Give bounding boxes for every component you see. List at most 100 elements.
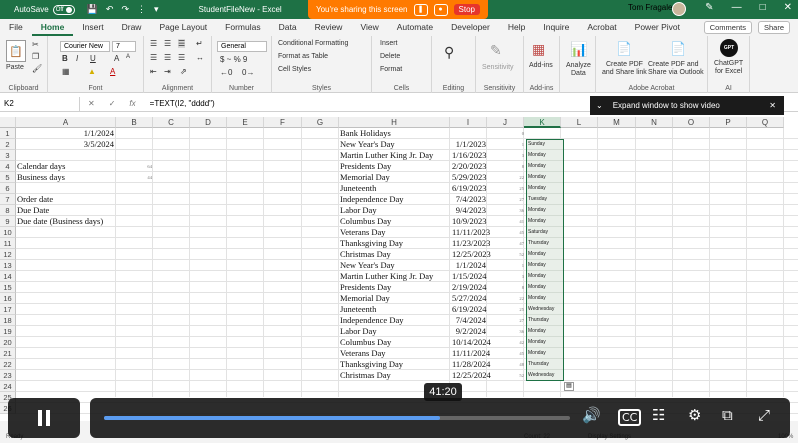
cut-icon[interactable]: ✂ [32,40,39,49]
font-size-field[interactable]: 7 [112,41,136,52]
cell-k13[interactable]: Monday [527,260,564,271]
cell-j13[interactable]: 1 [489,260,524,271]
cell-k15[interactable]: Monday [527,282,564,293]
cell-k11[interactable]: Thursday [527,238,564,249]
create-pdf-outlook-line2[interactable]: Share via Outlook [648,69,704,76]
comments-button[interactable]: Comments [703,21,752,34]
font-name-field[interactable]: Courier New [60,41,110,52]
cell-k5[interactable]: Monday [527,172,564,183]
autosave[interactable]: AutoSave Off [14,4,75,15]
tab-home[interactable]: Home [31,19,74,36]
row-header-7[interactable]: 7 [0,194,16,205]
create-pdf-share-line1[interactable]: Create PDF [606,61,643,68]
save-icon[interactable]: 💾 [87,4,98,15]
row-header-4[interactable]: 4 [0,161,16,172]
row-header-1[interactable]: 1 [0,128,16,139]
column-header-p[interactable]: P [710,117,747,128]
cell-k12[interactable]: Monday [527,249,564,260]
cell-styles-button[interactable]: Cell Styles [278,66,311,73]
increase-decimal-icon[interactable]: ←0 [220,68,232,77]
pause-button[interactable] [8,398,80,438]
row-header-17[interactable]: 17 [0,304,16,315]
column-header-d[interactable]: D [190,117,227,128]
select-all-corner[interactable] [0,117,16,128]
cell-j12[interactable]: 52 [489,249,524,260]
column-header-e[interactable]: E [227,117,264,128]
cell-a4[interactable]: Calendar days [17,161,65,172]
tab-review[interactable]: Review [306,19,352,36]
chevron-down-icon[interactable]: ⌄ [596,101,603,110]
transcript-icon[interactable]: ☷ [652,406,665,424]
video-banner[interactable]: ⌄ Expand window to show video ✕ [590,96,784,115]
font-grow-icon[interactable]: A [114,54,119,63]
cell-i8[interactable]: 9/4/2023 [452,205,486,216]
cell-i14[interactable]: 1/15/2024 [452,271,486,282]
cell-h19[interactable]: Labor Day [340,326,377,337]
cell-i10[interactable]: 11/11/2023 [452,227,490,238]
cell-h5[interactable]: Memorial Day [340,172,390,183]
pen-icon[interactable]: ✎ [705,2,713,13]
cell-k7[interactable]: Tuesday [527,194,564,205]
column-header-m[interactable]: M [598,117,636,128]
fullscreen-icon[interactable]: ⤢ [758,406,770,424]
close-icon[interactable]: ✕ [784,2,792,13]
share-button[interactable]: Share [757,21,790,34]
cell-k20[interactable]: Monday [527,337,564,348]
cell-j15[interactable]: 8 [489,282,524,293]
cell-j16[interactable]: 22 [489,293,524,304]
cell-h21[interactable]: Veterans Day [340,348,386,359]
cell-j7[interactable]: 27 [489,194,524,205]
cell-j14[interactable]: 3 [489,271,524,282]
column-header-c[interactable]: C [153,117,190,128]
cell-h22[interactable]: Thanksgiving Day [340,359,403,370]
cell-a8[interactable]: Due Date [17,205,49,216]
fill-color-icon[interactable]: ▲ [88,67,96,76]
cell-j6[interactable]: 25 [489,183,524,194]
tab-insert[interactable]: Insert [73,19,112,36]
row-header-9[interactable]: 9 [0,216,16,227]
insert-cells-button[interactable]: Insert [380,40,398,47]
cell-k16[interactable]: Monday [527,293,564,304]
maximize-icon[interactable]: □ [760,2,766,13]
more-icon[interactable]: ⋮ [137,4,146,15]
font-color-icon[interactable]: A [110,67,115,76]
merge-icon[interactable]: ↔ [196,53,204,62]
cell-h20[interactable]: Columbus Day [340,337,391,348]
align-left-icon[interactable]: ☰ [150,53,157,62]
format-painter-icon[interactable]: 🖌 [32,64,42,73]
cell-h16[interactable]: Memorial Day [340,293,390,304]
cell-k3[interactable]: Monday [527,150,564,161]
cell-j4[interactable]: 8 [489,161,524,172]
cell-h11[interactable]: Thanksgiving Day [340,238,403,249]
column-header-q[interactable]: Q [747,117,784,128]
cell-k18[interactable]: Thursday [527,315,564,326]
row-header-15[interactable]: 15 [0,282,16,293]
cell-h7[interactable]: Independence Day [340,194,403,205]
align-bottom-icon[interactable]: ☰ [178,39,186,48]
cell-a9[interactable]: Due date (Business days) [17,216,103,227]
cell-i5[interactable]: 5/29/2023 [452,172,486,183]
cell-i18[interactable]: 7/4/2024 [452,315,486,326]
column-header-n[interactable]: N [636,117,673,128]
sensitivity-icon[interactable]: ✎ [490,42,502,59]
cell-k6[interactable]: Monday [527,183,564,194]
cell-h15[interactable]: Presidents Day [340,282,391,293]
column-header-i[interactable]: I [450,117,487,128]
format-as-table-button[interactable]: Format as Table [278,53,328,60]
cell-k21[interactable]: Monday [527,348,564,359]
mic-icon[interactable]: ● [433,3,448,16]
row-header-19[interactable]: 19 [0,326,16,337]
cell-k22[interactable]: Thursday [527,359,564,370]
cell-i17[interactable]: 6/19/2024 [452,304,486,315]
align-right-icon[interactable]: ☰ [178,53,185,62]
row-header-2[interactable]: 2 [0,139,16,150]
autosave-toggle[interactable]: Off [52,4,75,15]
tab-draw[interactable]: Draw [113,19,151,36]
pip-icon[interactable]: ⧉ [722,406,733,424]
underline-icon[interactable]: U [90,54,96,63]
cell-h14[interactable]: Martin Luther King Jr. Day [340,271,433,282]
copy-icon[interactable]: ❐ [32,52,39,61]
column-header-b[interactable]: B [116,117,153,128]
create-pdf-outlook-line1[interactable]: Create PDF and [648,61,699,68]
decrease-decimal-icon[interactable]: 0→ [242,68,254,77]
